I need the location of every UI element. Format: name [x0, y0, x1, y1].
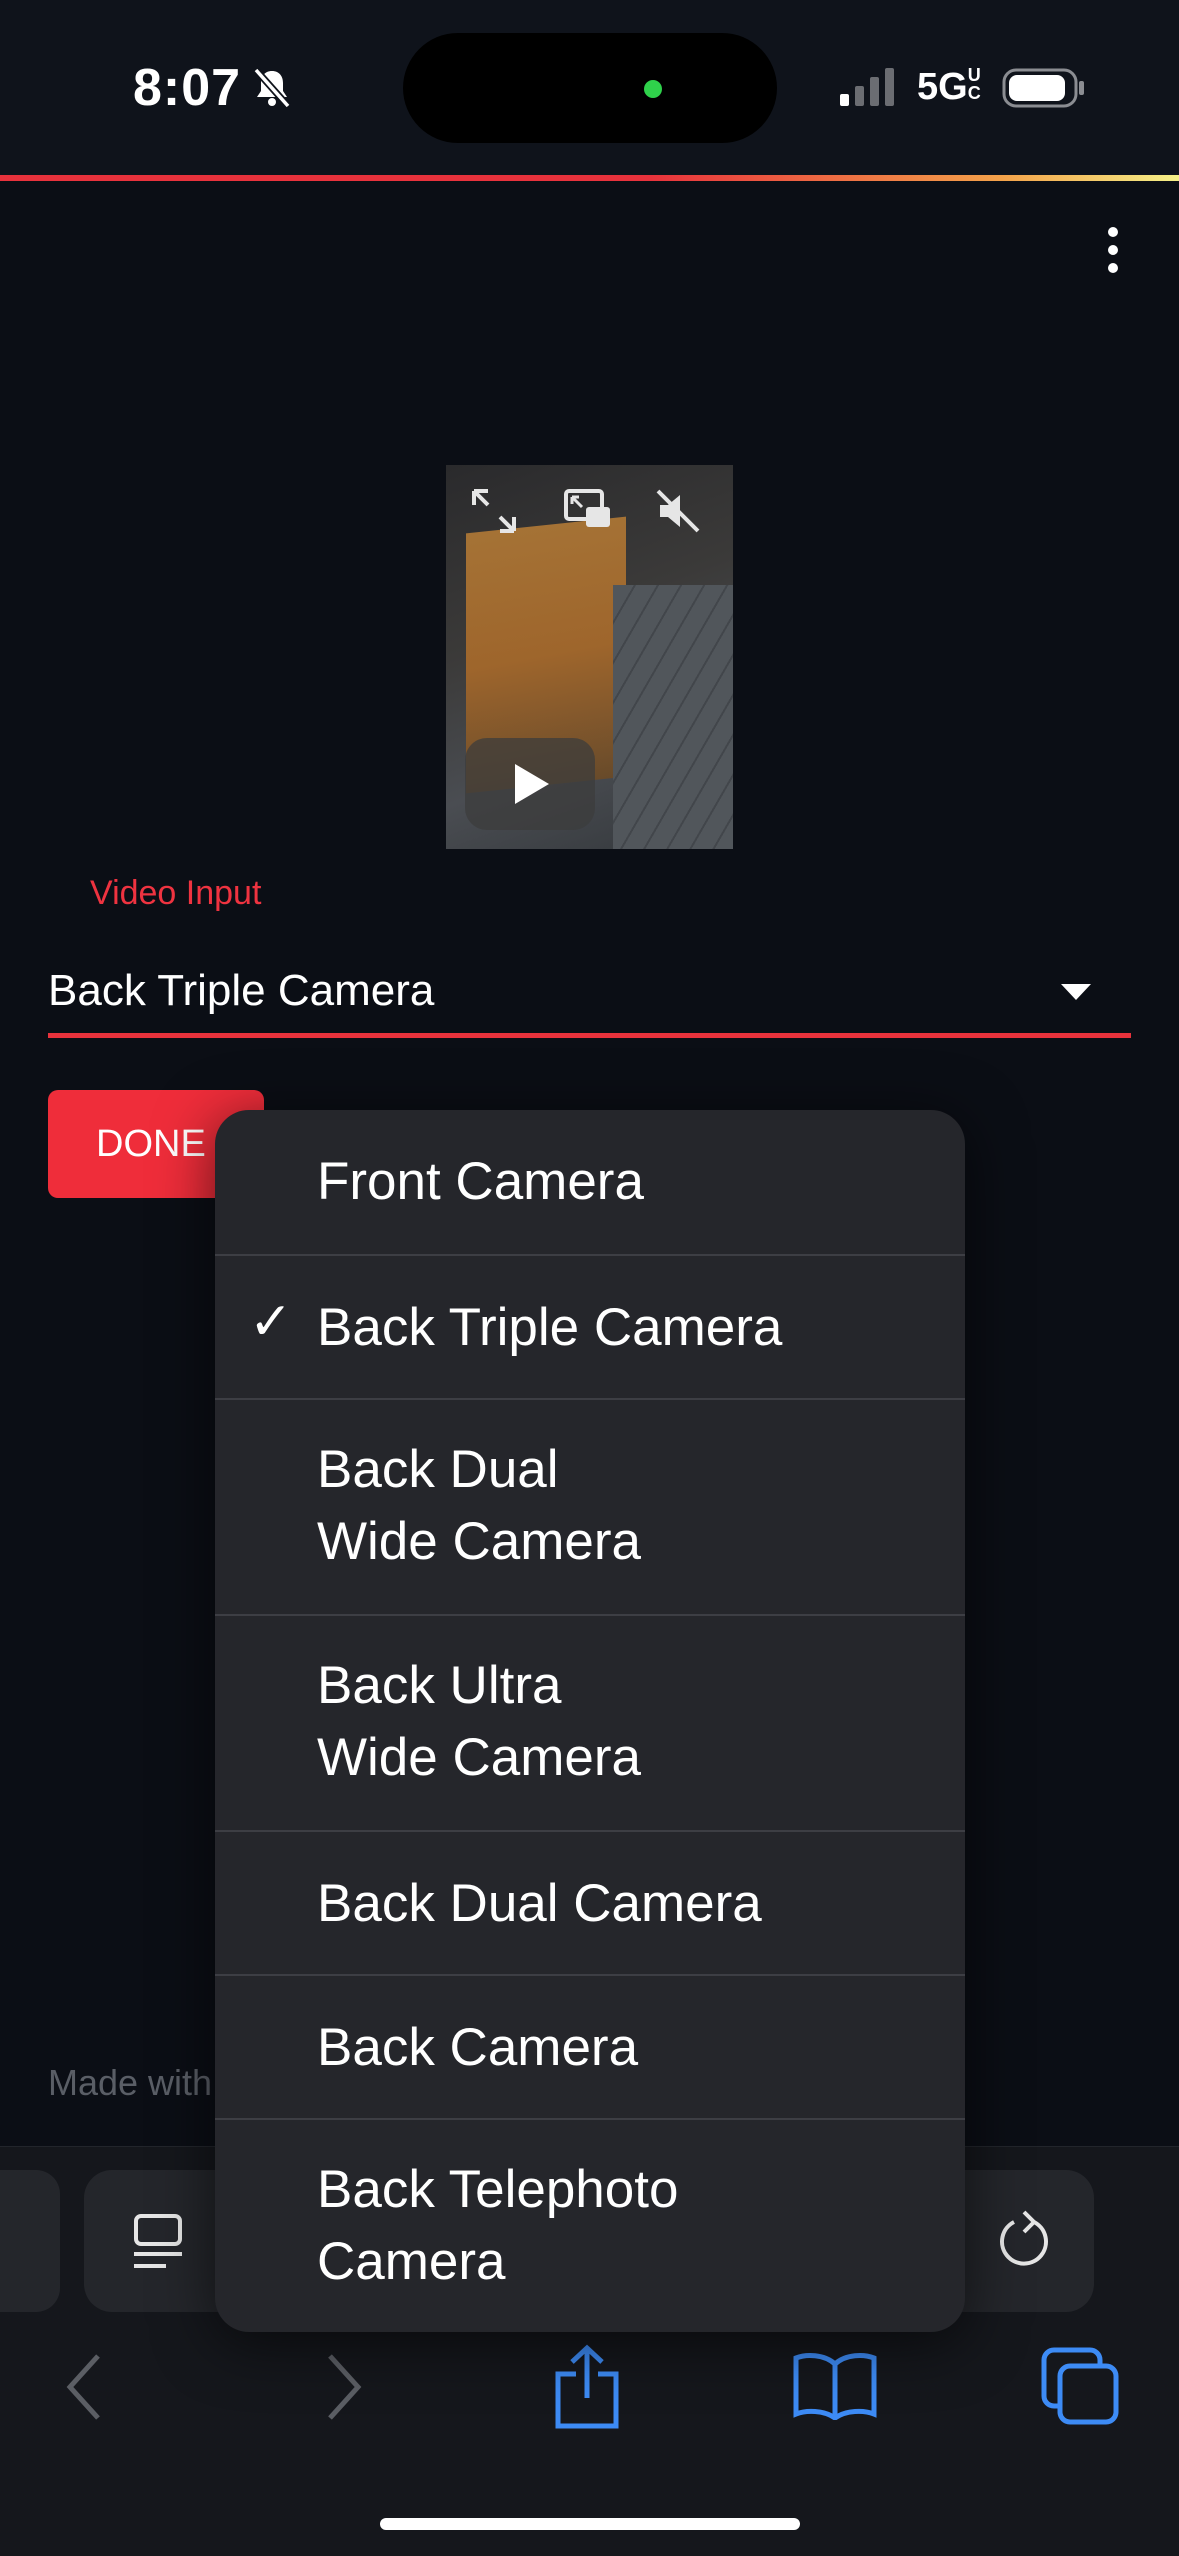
network-type: 5GUC	[917, 65, 981, 108]
battery-icon	[1002, 68, 1084, 108]
video-input-options-menu: Front Camera ✓ Back Triple Camera Back D…	[215, 1110, 965, 2332]
menu-option-label: Back Ultra Wide Camera	[317, 1656, 641, 1787]
dynamic-island	[403, 33, 777, 143]
network-sup: UC	[967, 65, 981, 103]
menu-option-label: Back Triple Camera	[317, 1298, 783, 1357]
menu-option-back-dual-camera[interactable]: Back Dual Camera	[215, 1830, 965, 1974]
menu-option-label: Back Dual Wide Camera	[317, 1440, 641, 1571]
menu-option-label: Front Camera	[317, 1152, 644, 1211]
status-bar: 8:07 5GUC	[0, 0, 1179, 175]
bookmarks-icon[interactable]	[792, 2350, 878, 2420]
video-input-label: Video Input	[90, 874, 262, 912]
mute-icon[interactable]	[650, 483, 706, 539]
silent-bell-icon	[253, 67, 291, 109]
select-underline	[48, 1033, 1131, 1038]
play-icon	[515, 764, 549, 804]
status-time: 8:07	[133, 59, 242, 117]
menu-option-back-dual-wide-camera[interactable]: Back Dual Wide Camera	[215, 1398, 965, 1614]
dropdown-caret-icon	[1061, 984, 1091, 1000]
menu-option-back-triple-camera[interactable]: ✓ Back Triple Camera	[215, 1254, 965, 1398]
reload-icon[interactable]	[994, 2206, 1054, 2274]
page-progress-line	[0, 175, 1179, 181]
footer-made-with: Made with	[48, 2062, 213, 2103]
checkmark-icon: ✓	[249, 1293, 293, 1351]
home-indicator	[380, 2518, 800, 2530]
play-button[interactable]	[465, 738, 595, 830]
menu-option-label: Back Camera	[317, 2018, 639, 2077]
forward-arrow-icon[interactable]	[322, 2352, 366, 2422]
more-options-icon[interactable]	[1098, 222, 1128, 282]
menu-option-front-camera[interactable]: Front Camera	[215, 1110, 965, 1254]
menu-option-back-camera[interactable]: Back Camera	[215, 1974, 965, 2118]
menu-option-label: Back Dual Camera	[317, 1874, 762, 1933]
menu-option-label: Back Telephoto Camera	[317, 2160, 679, 2291]
video-input-select[interactable]: Back Triple Camera	[48, 950, 1131, 1040]
previous-tab-pill[interactable]	[0, 2170, 60, 2312]
cellular-signal-icon	[840, 68, 894, 106]
video-input-selected-value: Back Triple Camera	[48, 966, 435, 1015]
fullscreen-icon[interactable]	[466, 483, 522, 539]
video-frame-floor	[613, 585, 733, 849]
tabs-icon[interactable]	[1040, 2346, 1120, 2426]
camera-active-indicator	[644, 80, 662, 98]
picture-in-picture-icon[interactable]	[560, 483, 616, 539]
menu-option-back-telephoto-camera[interactable]: Back Telephoto Camera	[215, 2118, 965, 2332]
reader-mode-icon[interactable]	[130, 2212, 186, 2272]
menu-option-back-ultra-wide-camera[interactable]: Back Ultra Wide Camera	[215, 1614, 965, 1830]
back-arrow-icon[interactable]	[62, 2352, 106, 2422]
share-icon[interactable]	[552, 2344, 622, 2430]
